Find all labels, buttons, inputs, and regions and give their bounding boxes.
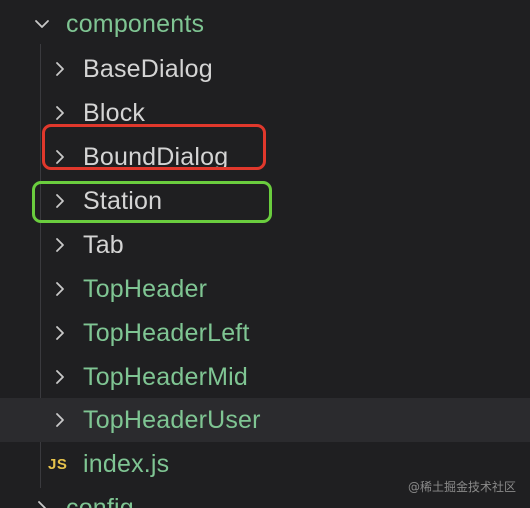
tree-folder-label: config bbox=[66, 493, 134, 508]
tree-folder-label: Station bbox=[83, 186, 163, 215]
tree-folder-label: TopHeader bbox=[83, 274, 208, 303]
chevron-right-icon bbox=[50, 410, 70, 430]
tree-folder-topheader[interactable]: TopHeader bbox=[0, 267, 530, 311]
tree-folder-components[interactable]: components bbox=[0, 2, 530, 46]
tree-folder-label: Block bbox=[83, 98, 146, 127]
chevron-right-icon bbox=[50, 279, 70, 299]
chevron-right-icon bbox=[50, 147, 70, 167]
tree-folder-block[interactable]: Block bbox=[0, 91, 530, 135]
tree-folder-topheaderuser[interactable]: TopHeaderUser bbox=[0, 398, 530, 442]
tree-folder-topheaderleft[interactable]: TopHeaderLeft bbox=[0, 311, 530, 355]
chevron-right-icon bbox=[50, 367, 70, 387]
chevron-down-icon bbox=[32, 14, 52, 34]
tree-file-label: index.js bbox=[83, 449, 170, 478]
chevron-right-icon bbox=[50, 191, 70, 211]
tree-folder-topheadermid[interactable]: TopHeaderMid bbox=[0, 355, 530, 399]
chevron-right-icon bbox=[50, 235, 70, 255]
chevron-right-icon bbox=[50, 103, 70, 123]
tree-folder-tab[interactable]: Tab bbox=[0, 223, 530, 267]
tree-folder-bounddialog[interactable]: BoundDialog bbox=[0, 135, 530, 179]
tree-folder-label: TopHeaderUser bbox=[83, 405, 261, 434]
javascript-file-icon: JS bbox=[48, 455, 68, 473]
chevron-right-icon bbox=[50, 59, 70, 79]
watermark: @稀土掘金技术社区 bbox=[407, 480, 516, 494]
chevron-right-icon bbox=[32, 498, 52, 508]
tree-folder-label: BoundDialog bbox=[83, 142, 229, 171]
tree-folder-label: TopHeaderLeft bbox=[83, 318, 250, 347]
file-explorer-tree: components BaseDialog Block BoundDialog … bbox=[0, 0, 530, 508]
tree-folder-label: BaseDialog bbox=[83, 54, 213, 83]
chevron-right-icon bbox=[50, 323, 70, 343]
tree-folder-label: Tab bbox=[83, 230, 124, 259]
tree-folder-label: TopHeaderMid bbox=[83, 362, 248, 391]
tree-folder-basedialog[interactable]: BaseDialog bbox=[0, 47, 530, 91]
tree-folder-station[interactable]: Station bbox=[0, 179, 530, 223]
tree-folder-label: components bbox=[66, 9, 205, 38]
